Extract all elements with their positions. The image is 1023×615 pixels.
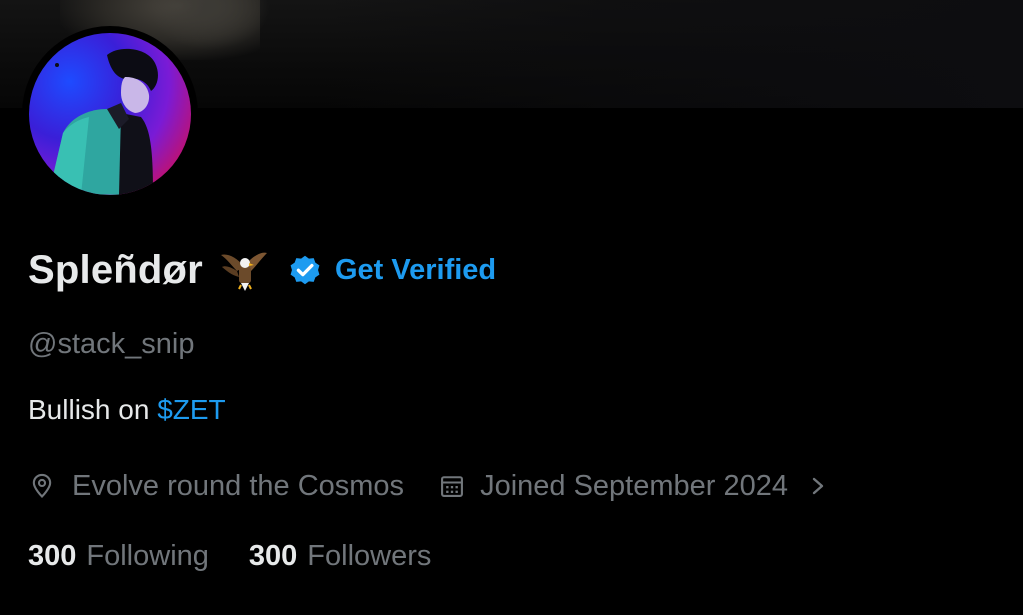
- name-row: Spleñdør Get Verified: [28, 240, 496, 300]
- follow-stats: 300 Following 300 Followers: [28, 534, 431, 578]
- bio-text: Bullish on: [28, 394, 158, 425]
- joined-date-item[interactable]: Joined September 2024: [438, 470, 828, 503]
- username-handle: @stack_snip: [28, 328, 195, 360]
- followers-link[interactable]: 300 Followers: [249, 540, 431, 573]
- followers-count: 300: [248, 539, 298, 572]
- bio: Bullish on $ZET: [28, 394, 226, 426]
- following-label: Following: [86, 539, 209, 572]
- get-verified-button[interactable]: Get Verified: [287, 252, 496, 288]
- following-count: 300: [28, 539, 77, 572]
- avatar-illustration: [49, 48, 158, 195]
- following-link[interactable]: 300 Following: [28, 540, 209, 573]
- get-verified-label: Get Verified: [334, 253, 497, 286]
- location-pin-icon: [28, 472, 56, 500]
- bio-cashtag-link[interactable]: $ZET: [157, 394, 225, 425]
- avatar-image: [29, 33, 191, 195]
- profile-meta: Evolve round the Cosmos Joined September…: [28, 464, 828, 508]
- banner-shade: [323, 0, 1023, 108]
- display-name: Spleñdør: [28, 247, 203, 292]
- location-item: Evolve round the Cosmos: [28, 470, 404, 503]
- verified-badge-icon: [287, 252, 323, 288]
- avatar[interactable]: [22, 26, 198, 202]
- profile-page: Spleñdør Get Verified @stack_snip Bullis…: [0, 0, 1023, 615]
- eagle-icon: [219, 245, 269, 295]
- chevron-right-icon: [808, 472, 828, 500]
- calendar-icon: [438, 472, 466, 500]
- location-text: Evolve round the Cosmos: [72, 469, 405, 502]
- joined-date-text: Joined September 2024: [480, 469, 789, 502]
- followers-label: Followers: [307, 539, 432, 572]
